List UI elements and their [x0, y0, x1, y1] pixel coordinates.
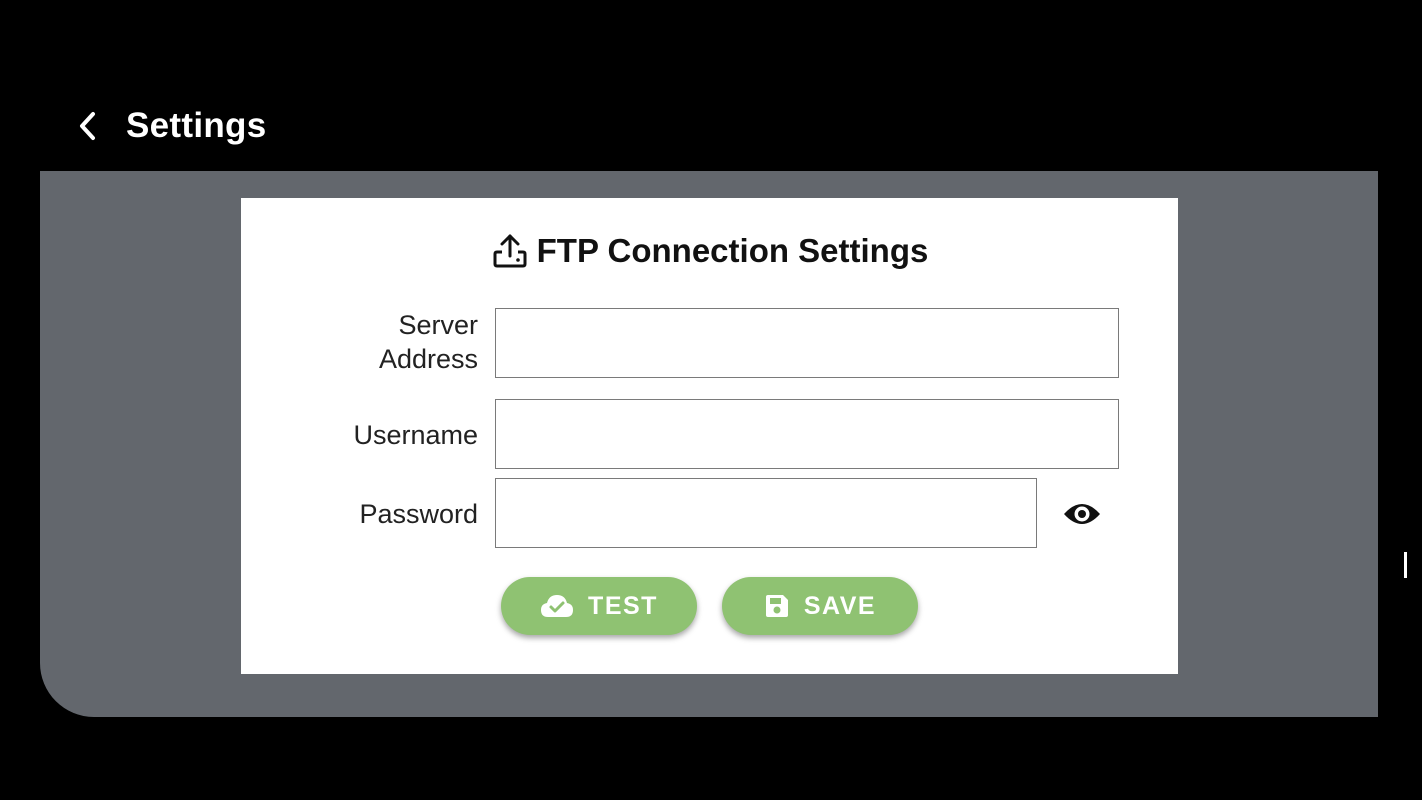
- ftp-settings-card: FTP Connection Settings Server Address U…: [241, 198, 1178, 674]
- app-bar: Settings: [0, 0, 1422, 170]
- floppy-disk-icon: [765, 595, 788, 617]
- card-title-text: FTP Connection Settings: [536, 232, 929, 269]
- test-button[interactable]: TEST: [501, 577, 697, 635]
- upload-tray-icon: [493, 234, 527, 268]
- back-button[interactable]: [68, 104, 108, 148]
- password-label: Password: [359, 499, 478, 529]
- edge-indicator: [1404, 552, 1407, 578]
- chevron-left-icon: [80, 112, 95, 140]
- server-address-input[interactable]: [495, 308, 1119, 378]
- page-title: Settings: [126, 106, 267, 145]
- username-label: Username: [353, 420, 478, 450]
- save-button-label: SAVE: [803, 591, 877, 620]
- password-input[interactable]: [495, 478, 1037, 548]
- server-address-label: Server Address: [378, 310, 478, 374]
- eye-icon: [1064, 504, 1100, 524]
- card-title: FTP Connection Settings: [241, 226, 1178, 276]
- save-button[interactable]: SAVE: [722, 577, 918, 635]
- test-button-label: TEST: [588, 591, 658, 620]
- password-visibility-toggle[interactable]: [1059, 494, 1105, 534]
- username-input[interactable]: [495, 399, 1119, 469]
- cloud-check-icon: [541, 595, 574, 617]
